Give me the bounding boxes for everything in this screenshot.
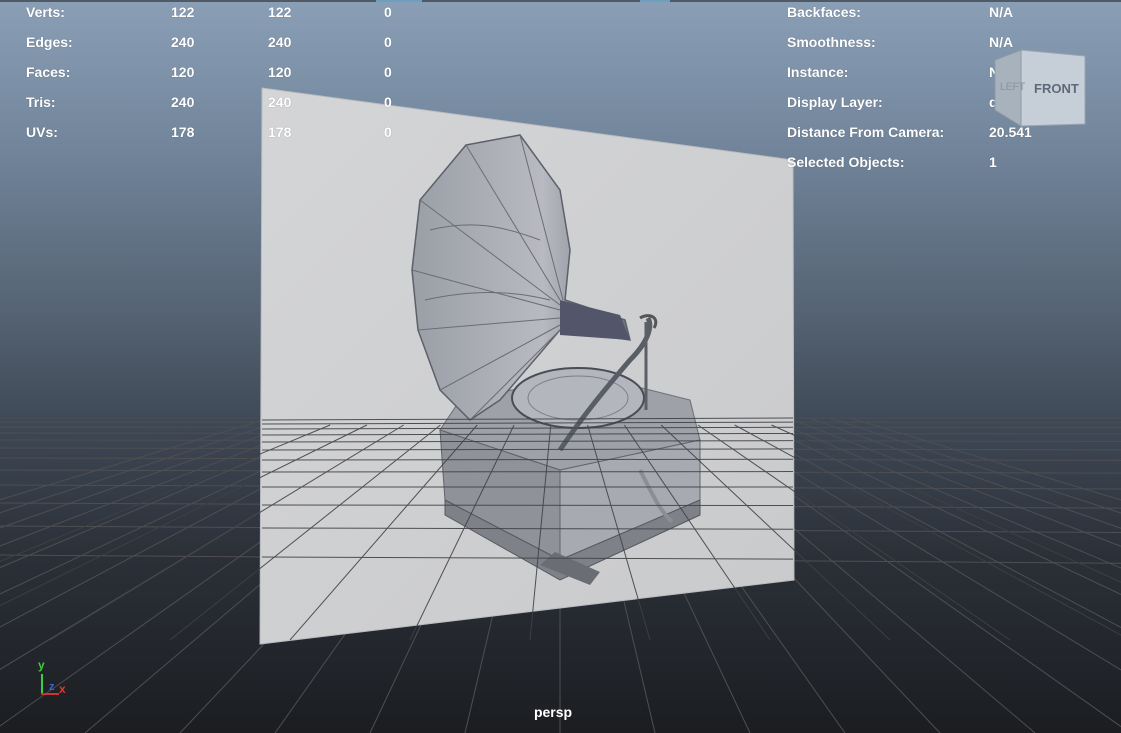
stat-value-extra: 0 [384,4,392,20]
info-label: Selected Objects: [787,154,905,170]
stat-label: UVs: [26,124,58,140]
x-axis-line [41,693,59,695]
viewcube-left-label[interactable]: LEFT [1000,81,1025,93]
viewport-panel[interactable]: Verts: 122 122 0 Edges: 240 240 0 Faces: 120 120 0 T… [0,0,1121,733]
stat-row: UVs: 178 178 0 [26,117,426,147]
info-label: Backfaces: [787,4,861,20]
info-label: Display Layer: [787,94,883,110]
info-row: Backfaces: N/A [787,0,1107,27]
info-label: Instance: [787,64,849,80]
stat-value-extra: 0 [384,64,392,80]
stat-label: Verts: [26,4,65,20]
stat-value-selected: 122 [268,4,292,20]
stat-value-total: 240 [171,34,195,50]
z-axis-label: z [49,681,55,693]
stat-label: Tris: [26,94,56,110]
stat-row: Verts: 122 122 0 [26,0,426,27]
viewcube-front-label[interactable]: FRONT [1034,81,1079,96]
stat-value-selected: 240 [268,34,292,50]
stat-row: Faces: 120 120 0 [26,57,426,87]
stat-value-selected: 240 [268,94,292,110]
y-axis-label: y [38,658,45,672]
stat-value-extra: 0 [384,94,392,110]
info-value: 1 [989,154,997,170]
x-axis-label: x [59,682,66,696]
stat-value-total: 240 [171,94,195,110]
info-value: N/A [989,4,1014,20]
y-axis-line [41,674,43,694]
stat-label: Edges: [26,34,73,50]
stat-row: Edges: 240 240 0 [26,27,426,57]
info-label: Distance From Camera: [787,124,945,140]
stat-value-selected: 178 [268,124,292,140]
stat-value-total: 122 [171,4,195,20]
stat-value-total: 120 [171,64,195,80]
info-label: Smoothness: [787,34,876,50]
axis-gizmo-icon: y z x [30,656,80,702]
stat-value-extra: 0 [384,34,392,50]
poly-count-hud: Verts: 122 122 0 Edges: 240 240 0 Faces: 120 120 0 T… [26,0,426,147]
stat-value-total: 178 [171,124,195,140]
camera-name-label: persp [533,704,573,720]
stat-row: Tris: 240 240 0 [26,87,426,117]
stat-value-extra: 0 [384,124,392,140]
stat-value-selected: 120 [268,64,292,80]
stat-label: Faces: [26,64,71,80]
viewcube-icon[interactable]: LEFT FRONT [993,48,1089,128]
info-row: Selected Objects: 1 [787,147,1107,177]
